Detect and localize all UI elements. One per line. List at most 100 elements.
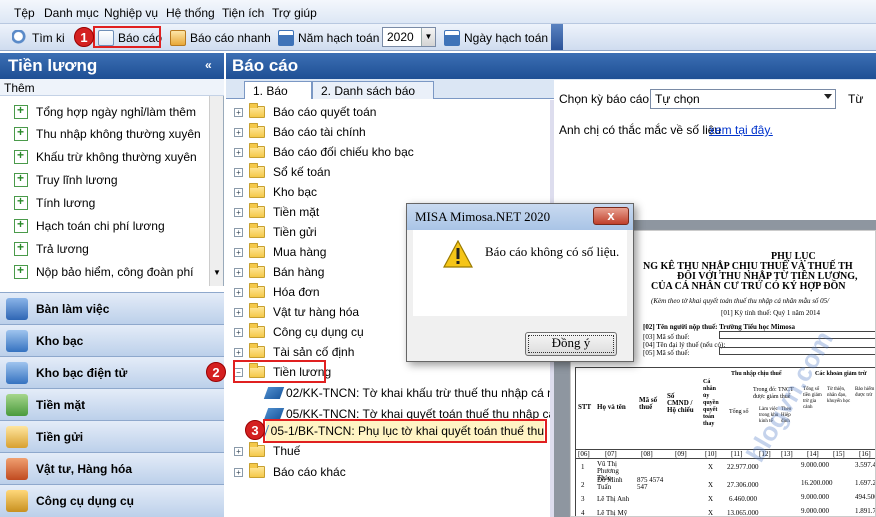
nav-tools[interactable]: Công cụ dụng cụ — [0, 484, 224, 517]
list-item[interactable]: Khấu trừ không thường xuyên — [14, 147, 197, 167]
tools-icon — [6, 490, 28, 512]
tree-node-label: Hóa đơn — [273, 285, 320, 299]
search-label: Tìm ki — [32, 31, 65, 45]
tree-node[interactable]: + Mua hàng — [234, 242, 326, 262]
tree-node[interactable]: + Vật tư hàng hóa — [234, 302, 359, 322]
preview-row-x: X — [708, 509, 714, 517]
nav-label: Tiền gửi — [36, 429, 84, 444]
menu-utilities[interactable]: Tiện ích — [222, 6, 264, 20]
tree-node[interactable]: + Hóa đơn — [234, 282, 320, 302]
toolbar-overflow-button[interactable] — [551, 24, 563, 50]
list-item[interactable]: Nộp bảo hiểm, công đoàn phí — [14, 262, 193, 282]
list-item[interactable]: Tổng hợp ngày nghỉ/làm thêm — [14, 102, 196, 122]
preview-mst-grid — [719, 331, 875, 339]
warning-icon — [443, 240, 473, 268]
tree-node-label: Kho bạc — [273, 185, 318, 199]
preview-row-stt: 4 — [581, 509, 585, 517]
nav-cash[interactable]: Tiền mặt — [0, 388, 224, 420]
menu-help[interactable]: Trợ giúp — [272, 6, 317, 20]
tree-node-label: Tài sản cố định — [273, 345, 355, 359]
question-link[interactable]: xem tại đây. — [709, 123, 773, 137]
tree-node[interactable]: + Thuế — [234, 441, 300, 461]
menu-file[interactable]: Tệp — [14, 6, 35, 20]
expand-icon[interactable]: + — [234, 347, 243, 357]
preview-row-name: Lê Thị Anh — [597, 495, 630, 503]
menu-system[interactable]: Hệ thống — [166, 6, 215, 20]
preview-row-gc: 9.000.000 — [801, 507, 829, 515]
expand-icon[interactable]: + — [234, 267, 243, 277]
tab-report[interactable]: 1. Báo cáo — [244, 81, 312, 112]
tree-leaf[interactable]: 02/KK-TNCN: Tờ khai khấu trừ thuế thu nh… — [263, 383, 561, 403]
expand-icon[interactable]: + — [234, 127, 243, 137]
menu-bar: Tệp Danh mục Nghiệp vụ Hệ thống Tiện ích… — [0, 0, 876, 24]
message-dialog: MISA Mimosa.NET 2020 x Báo cáo không có … — [406, 203, 634, 362]
nav-e-treasury[interactable]: Kho bạc điện tử — [0, 356, 224, 388]
chevron-down-icon[interactable] — [824, 94, 832, 99]
expand-icon[interactable]: + — [234, 227, 243, 237]
list-item[interactable]: Trả lương — [14, 239, 89, 259]
chevron-down-icon[interactable]: ▼ — [421, 28, 435, 46]
menu-catalog[interactable]: Danh mục — [44, 6, 99, 20]
tree-node[interactable]: + Báo cáo quyết toán — [234, 102, 376, 122]
tree-node[interactable]: + Bán hàng — [234, 262, 324, 282]
deposit-icon — [6, 425, 28, 448]
preview-col-code: [09] — [675, 450, 687, 458]
collapse-icon[interactable]: « — [205, 58, 212, 72]
list-item[interactable]: Tính lương — [14, 193, 95, 213]
posting-date-button[interactable]: Ngày hạch toán — [444, 27, 548, 49]
preview-row-x: X — [708, 495, 714, 503]
expand-icon[interactable]: + — [234, 247, 243, 257]
expand-icon[interactable]: + — [234, 307, 243, 317]
expand-icon[interactable]: + — [234, 207, 243, 217]
expand-icon[interactable]: + — [234, 187, 243, 197]
list-item[interactable]: Hạch toán chi phí lương — [14, 216, 165, 236]
preview-note: (Kèm theo tờ khai quyết toán thuế thu nh… — [651, 297, 830, 305]
nav-inventory[interactable]: Vật tư, Hàng hóa — [0, 452, 224, 484]
left-list-scrollbar[interactable]: ▼ — [209, 96, 223, 286]
nav-label: Bàn làm việc — [36, 301, 110, 316]
desktop-icon — [6, 297, 28, 320]
tab-report-list[interactable]: 2. Danh sách báo cáo — [312, 81, 434, 112]
add-icon — [14, 194, 28, 210]
tree-node[interactable]: + Kho bạc — [234, 182, 317, 202]
list-item-label: Hạch toán chi phí lương — [36, 219, 165, 233]
nav-deposit[interactable]: Tiền gửi — [0, 420, 224, 452]
nav-desktop[interactable]: Bàn làm việc — [0, 292, 224, 324]
fiscal-year-label: Năm hạch toán — [298, 31, 380, 45]
folder-icon — [249, 103, 265, 118]
nav-label: Vật tư, Hàng hóa — [36, 461, 133, 476]
tree-node[interactable]: + Báo cáo đối chiếu kho bạc — [234, 142, 414, 162]
search-button[interactable]: Tìm ki — [12, 27, 65, 49]
period-select[interactable]: Tự chọn — [650, 89, 836, 109]
tree-node-label: Báo cáo khác — [273, 465, 346, 479]
chevron-down-icon[interactable]: ▼ — [213, 268, 221, 277]
tree-node[interactable]: + Công cụ dụng cụ — [234, 322, 364, 342]
tree-node[interactable]: + Báo cáo khác — [234, 462, 346, 482]
tree-node[interactable]: + Sổ kế toán — [234, 162, 330, 182]
search-icon — [12, 30, 28, 46]
dialog-message: Báo cáo không có số liệu. — [485, 244, 620, 259]
tree-node[interactable]: + Tài sản cố định — [234, 342, 354, 362]
tree-node[interactable]: + Tiền gửi — [234, 222, 317, 242]
fiscal-year-select[interactable]: 2020 ▼ — [382, 27, 436, 47]
nav-treasury[interactable]: Kho bạc — [0, 324, 224, 356]
ok-button[interactable]: Đồng ý — [525, 332, 617, 356]
expand-icon[interactable]: + — [234, 107, 243, 117]
expand-icon[interactable]: + — [234, 167, 243, 177]
expand-icon[interactable]: + — [234, 467, 243, 477]
close-icon[interactable]: x — [593, 207, 629, 225]
menu-operations[interactable]: Nghiệp vụ — [104, 6, 158, 20]
expand-icon[interactable]: + — [234, 327, 243, 337]
expand-icon[interactable]: + — [234, 446, 243, 456]
list-item[interactable]: Truy lĩnh lương — [14, 170, 118, 190]
tree-node-label: Bán hàng — [273, 265, 325, 279]
list-item[interactable]: Thu nhập không thường xuyên — [14, 124, 201, 144]
tree-node[interactable]: + Tiền mặt — [234, 202, 319, 222]
period-value: Tự chọn — [655, 92, 700, 106]
tree-node-label: Báo cáo tài chính — [273, 125, 366, 139]
expand-icon[interactable]: + — [234, 287, 243, 297]
tree-node[interactable]: + Báo cáo tài chính — [234, 122, 366, 142]
expand-icon[interactable]: + — [234, 147, 243, 157]
preview-field-02: [02] Tên người nộp thuế: Trường Tiểu học… — [643, 323, 796, 331]
quick-report-button[interactable]: Báo cáo nhanh — [170, 27, 271, 49]
